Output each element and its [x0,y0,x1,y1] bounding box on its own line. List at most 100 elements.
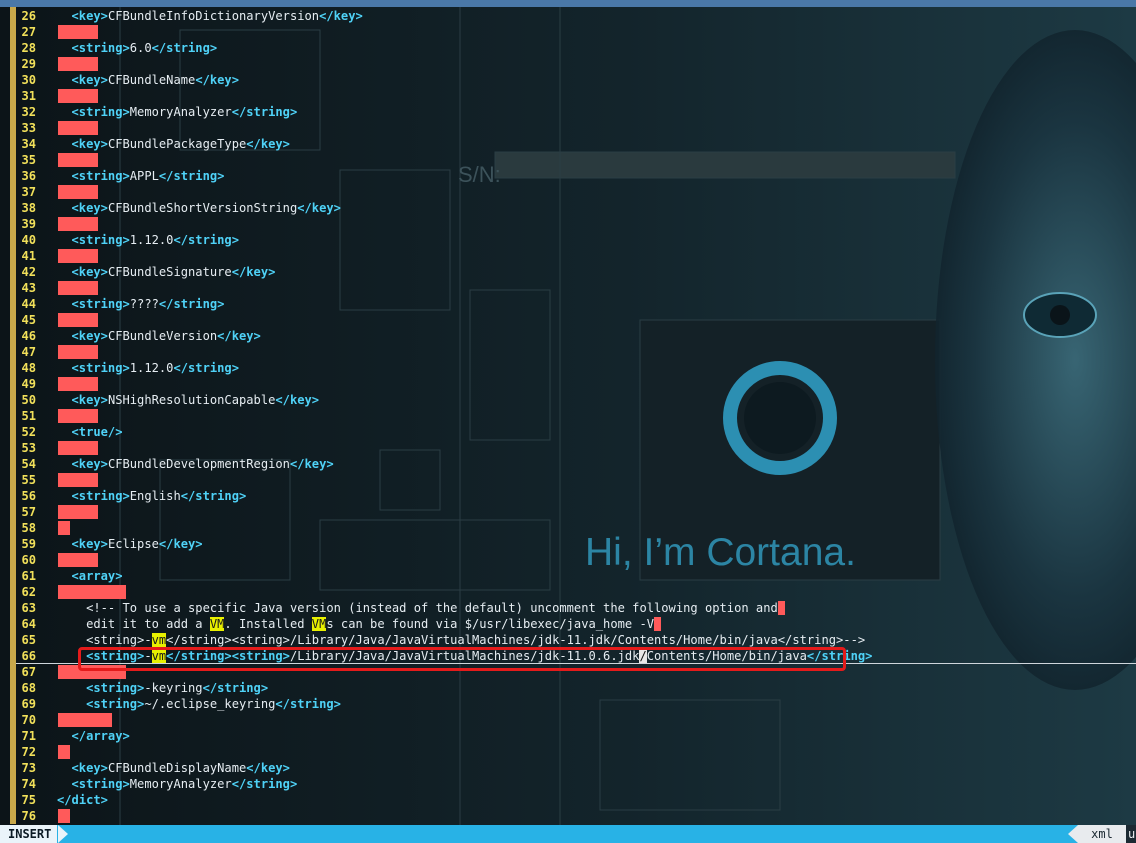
code-line[interactable]: 64 edit it to add a VM. Installed VMs can… [0,616,1136,632]
trailing-whitespace-marker [58,249,98,263]
code-line[interactable]: 38 <key>CFBundleShortVersionString</key> [0,200,1136,216]
trailing-whitespace-marker [58,521,70,535]
token: </string> [151,41,218,55]
token: <!-- To use a specific Java version (ins… [86,601,778,615]
code-line[interactable]: 63 <!-- To use a specific Java version (i… [0,600,1136,616]
code-line[interactable]: 75 </dict> [0,792,1136,808]
code-line[interactable]: 39 [0,216,1136,232]
code-line[interactable]: 65 <string>-vm</string><string>/Library/J… [0,632,1136,648]
token: </string> [180,489,247,503]
line-number: 36 [21,169,36,183]
token: CFBundleDevelopmentRegion [107,457,290,471]
line-content: <true/> [72,424,123,440]
code-line[interactable]: 51 [0,408,1136,424]
code-line[interactable]: 47 [0,344,1136,360]
code-line[interactable]: 37 [0,184,1136,200]
token: </string> [173,233,239,247]
code-line[interactable]: 28 <string>6.0</string> [0,40,1136,56]
token: <string> [71,361,130,375]
code-line[interactable]: 35 [0,152,1136,168]
code-line[interactable]: 44 <string>????</string> [0,296,1136,312]
code-line[interactable]: 71 </array> [0,728,1136,744]
trailing-whitespace-marker [58,25,98,39]
token: -keyring [144,681,203,695]
line-number: 40 [21,233,36,247]
code-line[interactable]: 42 <key>CFBundleSignature</key> [0,264,1136,280]
code-line[interactable]: 69 <string>~/.eclipse_keyring</string> [0,696,1136,712]
code-line[interactable]: 59 <key>Eclipse</key> [0,536,1136,552]
code-line[interactable]: 73 <key>CFBundleDisplayName</key> [0,760,1136,776]
trailing-whitespace-marker [58,809,70,823]
code-line[interactable]: 46 <key>CFBundleVersion</key> [0,328,1136,344]
status-line: INSERT xml u [0,825,1136,843]
line-number: 39 [21,217,36,231]
code-line[interactable]: 54 <key>CFBundleDevelopmentRegion</key> [0,456,1136,472]
code-line[interactable]: 31 [0,88,1136,104]
code-line[interactable]: 36 <string>APPL</string> [0,168,1136,184]
token: </string><string>/Library/Java/JavaVirtu… [166,633,866,647]
code-line[interactable]: 45 [0,312,1136,328]
line-number: 35 [21,153,36,167]
line-number: 45 [21,313,36,327]
token: s can be found via $/usr/libexec/java_ho… [326,617,655,631]
code-line[interactable]: 58 [0,520,1136,536]
line-content: <string>~/.eclipse_keyring</string> [86,696,341,712]
line-content: </dict> [57,792,108,808]
token: </array> [71,729,130,743]
line-number: 68 [21,681,36,695]
trailing-whitespace-marker [58,745,70,759]
code-line[interactable]: 40 <string>1.12.0</string> [0,232,1136,248]
code-line[interactable]: 55 [0,472,1136,488]
line-content: <!-- To use a specific Java version (ins… [86,600,785,616]
code-line[interactable]: 43 [0,280,1136,296]
code-line[interactable]: 70 [0,712,1136,728]
code-line[interactable]: 53 [0,440,1136,456]
token: <key> [71,393,108,407]
code-line[interactable]: 61 <array> [0,568,1136,584]
token: APPL [129,169,159,183]
token: <string> [71,489,130,503]
code-line[interactable]: 50 <key>NSHighResolutionCapable</key> [0,392,1136,408]
code-line[interactable]: 62 [0,584,1136,600]
code-line[interactable]: 48 <string>1.12.0</string> [0,360,1136,376]
code-line[interactable]: 49 [0,376,1136,392]
code-line[interactable]: 30 <key>CFBundleName</key> [0,72,1136,88]
trailing-whitespace-marker [58,57,98,71]
code-line[interactable]: 41 [0,248,1136,264]
token: <key> [71,73,108,87]
token: <string> [71,105,130,119]
line-content: edit it to add a VM. Installed VMs can b… [86,616,662,632]
line-number: 44 [21,297,36,311]
code-line[interactable]: 29 [0,56,1136,72]
code-line[interactable]: 56 <string>English</string> [0,488,1136,504]
token: <string>- [86,633,152,647]
line-number: 72 [21,745,36,759]
code-line[interactable]: 52 <true/> [0,424,1136,440]
code-line[interactable]: 72 [0,744,1136,760]
token: 6.0 [129,41,152,55]
token: </key> [231,265,276,279]
code-line[interactable]: 74 <string>MemoryAnalyzer</string> [0,776,1136,792]
editor-buffer[interactable]: 26 <key>CFBundleInfoDictionaryVersion</ke… [0,8,1136,824]
code-line[interactable]: 33 [0,120,1136,136]
token: </key> [246,761,290,775]
search-match: VM [311,617,327,631]
code-line[interactable]: 57 [0,504,1136,520]
code-line[interactable]: 68 <string>-keyring</string> [0,680,1136,696]
code-line[interactable]: 76 [0,808,1136,824]
line-number: 65 [21,633,36,647]
code-line[interactable]: 34 <key>CFBundlePackageType</key> [0,136,1136,152]
token: <string> [71,777,130,791]
code-line[interactable]: 27 [0,24,1136,40]
annotation-highlight-box [78,647,846,671]
code-line[interactable]: 26 <key>CFBundleInfoDictionaryVersion</ke… [0,8,1136,24]
token: <key> [71,137,108,151]
trailing-whitespace-marker [58,441,98,455]
token: <array> [71,569,123,583]
code-line[interactable]: 32 <string>MemoryAnalyzer</string> [0,104,1136,120]
line-content: <string>????</string> [72,296,225,312]
line-number: 41 [21,249,36,263]
line-number: 71 [21,729,36,743]
code-line[interactable]: 60 [0,552,1136,568]
token: <string> [71,169,130,183]
